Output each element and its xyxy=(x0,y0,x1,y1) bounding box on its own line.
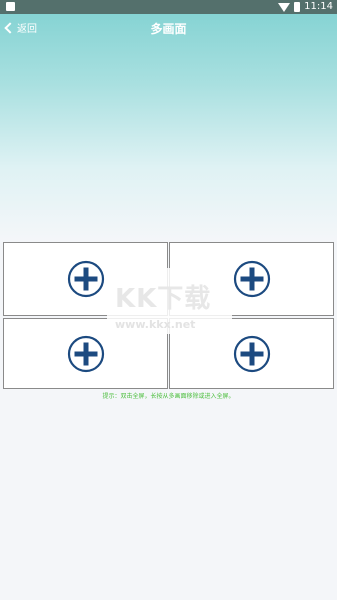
plus-circle-icon[interactable] xyxy=(67,335,105,373)
status-indicators: 11:14 xyxy=(278,0,333,14)
hint-text: 提示：双击全屏，长按从多画面移除或进入全屏。 xyxy=(102,393,235,400)
video-panel-4[interactable] xyxy=(169,318,334,389)
status-bar: 11:14 xyxy=(0,0,337,14)
plus-circle-icon[interactable] xyxy=(233,260,271,298)
plus-circle-icon[interactable] xyxy=(67,260,105,298)
notification-icon xyxy=(6,2,15,11)
wifi-icon xyxy=(278,2,291,12)
video-panel-3[interactable] xyxy=(3,318,168,389)
page-title: 多画面 xyxy=(150,22,187,36)
video-panel-1[interactable] xyxy=(3,242,168,316)
status-time: 11:14 xyxy=(304,1,333,12)
video-panel-2[interactable] xyxy=(169,242,334,316)
battery-icon xyxy=(294,2,301,12)
nav-bar: 返回 多画面 xyxy=(0,14,337,42)
plus-circle-icon[interactable] xyxy=(233,335,271,373)
